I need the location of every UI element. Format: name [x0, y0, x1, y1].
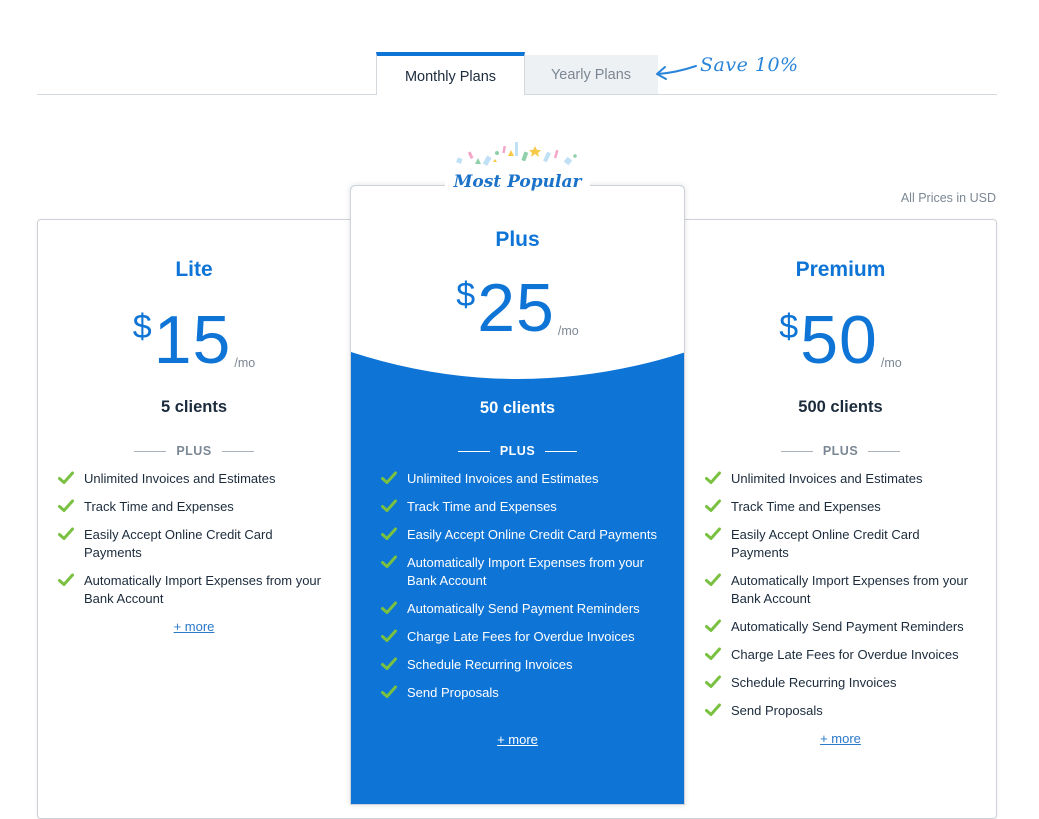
feature-item: Easily Accept Online Credit Card Payment…: [58, 526, 332, 562]
feature-item: Automatically Import Expenses from your …: [705, 572, 978, 608]
feature-text: Charge Late Fees for Overdue Invoices: [731, 647, 959, 662]
check-icon: [381, 629, 397, 642]
feature-text: Automatically Send Payment Reminders: [731, 619, 964, 634]
check-icon: [705, 647, 721, 660]
check-icon: [58, 573, 74, 586]
check-icon: [58, 471, 74, 484]
feature-list: Unlimited Invoices and Estimates Track Ti…: [58, 470, 332, 618]
feature-list: Unlimited Invoices and Estimates Track Ti…: [705, 470, 978, 730]
check-icon: [381, 685, 397, 698]
price-period: /mo: [234, 356, 256, 370]
feature-item: Easily Accept Online Credit Card Payment…: [705, 526, 978, 562]
feature-text: Unlimited Invoices and Estimates: [84, 471, 276, 486]
plan-name: Plus: [495, 228, 540, 251]
most-popular-badge: Most Popular: [445, 138, 590, 200]
plan-name: Lite: [175, 258, 213, 281]
plan-clients: 500 clients: [798, 398, 883, 416]
check-icon: [381, 555, 397, 568]
feature-text: Track Time and Expenses: [84, 499, 234, 514]
feature-item: Automatically Import Expenses from your …: [381, 554, 666, 590]
arrow-left-icon: [656, 65, 697, 80]
feature-item: Track Time and Expenses: [381, 498, 666, 516]
check-icon: [58, 499, 74, 512]
price-amount: 15: [153, 302, 232, 378]
plan-name: Premium: [795, 258, 886, 281]
currency-note: All Prices in USD: [900, 191, 996, 205]
currency-symbol: $: [132, 308, 152, 346]
price-amount: 25: [477, 270, 555, 346]
feature-item: Charge Late Fees for Overdue Invoices: [381, 628, 666, 646]
feature-list: Unlimited Invoices and Estimates Track Ti…: [381, 470, 666, 712]
feature-text: Easily Accept Online Credit Card Payment…: [731, 527, 920, 560]
feature-text: Easily Accept Online Credit Card Payment…: [407, 527, 657, 542]
plan-price: $ 15 /mo: [38, 306, 350, 374]
plan-clients: 5 clients: [160, 398, 228, 416]
check-icon: [705, 619, 721, 632]
plus-separator: PLUS: [351, 444, 684, 458]
plus-separator: PLUS: [38, 444, 350, 458]
plan-price: $ 25 /mo: [351, 274, 684, 342]
feature-text: Schedule Recurring Invoices: [407, 657, 573, 672]
feature-item: Unlimited Invoices and Estimates: [58, 470, 332, 488]
plan-clients: 50 clients: [479, 399, 556, 417]
feature-text: Automatically Send Payment Reminders: [407, 601, 640, 616]
price-amount: 50: [800, 302, 878, 378]
feature-item: Send Proposals: [381, 684, 666, 702]
badge-label: Most Popular: [453, 172, 582, 192]
currency-symbol: $: [779, 308, 799, 346]
check-icon: [381, 499, 397, 512]
currency-symbol: $: [456, 276, 476, 314]
tab-monthly-plans[interactable]: Monthly Plans: [376, 52, 525, 95]
feature-text: Automatically Import Expenses from your …: [84, 573, 321, 606]
feature-item: Track Time and Expenses: [58, 498, 332, 516]
check-icon: [381, 601, 397, 614]
check-icon: [381, 657, 397, 670]
feature-text: Automatically Import Expenses from your …: [731, 573, 968, 606]
plus-label: PLUS: [499, 444, 536, 458]
check-icon: [705, 703, 721, 716]
price-period: /mo: [880, 356, 902, 370]
check-icon: [58, 527, 74, 540]
check-icon: [381, 527, 397, 540]
feature-item: Easily Accept Online Credit Card Payment…: [381, 526, 666, 544]
feature-item: Charge Late Fees for Overdue Invoices: [705, 646, 978, 664]
plan-plus: Plus $ 25 /mo 50 clients PLUS Unlimited …: [350, 185, 685, 805]
price-period: /mo: [557, 324, 579, 338]
feature-text: Unlimited Invoices and Estimates: [407, 471, 599, 486]
plus-separator: PLUS: [685, 444, 996, 458]
save-note: Save 10%: [700, 54, 799, 76]
feature-text: Unlimited Invoices and Estimates: [731, 471, 923, 486]
feature-text: Charge Late Fees for Overdue Invoices: [407, 629, 635, 644]
feature-text: Automatically Import Expenses from your …: [407, 555, 644, 588]
feature-text: Schedule Recurring Invoices: [731, 675, 897, 690]
more-features-link[interactable]: + more: [351, 732, 684, 747]
feature-item: Send Proposals: [705, 702, 978, 720]
plus-label: PLUS: [822, 444, 859, 458]
check-icon: [705, 573, 721, 586]
confetti-icon: [456, 142, 577, 166]
plan-price: $ 50 /mo: [685, 306, 996, 374]
feature-text: Send Proposals: [731, 703, 823, 718]
check-icon: [705, 675, 721, 688]
more-features-link[interactable]: + more: [685, 731, 996, 746]
check-icon: [705, 499, 721, 512]
feature-text: Track Time and Expenses: [731, 499, 881, 514]
feature-item: Track Time and Expenses: [705, 498, 978, 516]
plus-label: PLUS: [176, 444, 212, 458]
check-icon: [705, 471, 721, 484]
feature-text: Send Proposals: [407, 685, 499, 700]
feature-text: Easily Accept Online Credit Card Payment…: [84, 527, 273, 560]
check-icon: [705, 527, 721, 540]
feature-item: Automatically Send Payment Reminders: [705, 618, 978, 636]
tab-yearly-plans[interactable]: Yearly Plans: [524, 55, 658, 94]
feature-item: Schedule Recurring Invoices: [705, 674, 978, 692]
more-features-link[interactable]: + more: [38, 619, 350, 634]
feature-item: Schedule Recurring Invoices: [381, 656, 666, 674]
feature-item: Automatically Send Payment Reminders: [381, 600, 666, 618]
check-icon: [381, 471, 397, 484]
feature-item: Unlimited Invoices and Estimates: [381, 470, 666, 488]
feature-text: Track Time and Expenses: [407, 499, 557, 514]
feature-item: Automatically Import Expenses from your …: [58, 572, 332, 608]
feature-item: Unlimited Invoices and Estimates: [705, 470, 978, 488]
